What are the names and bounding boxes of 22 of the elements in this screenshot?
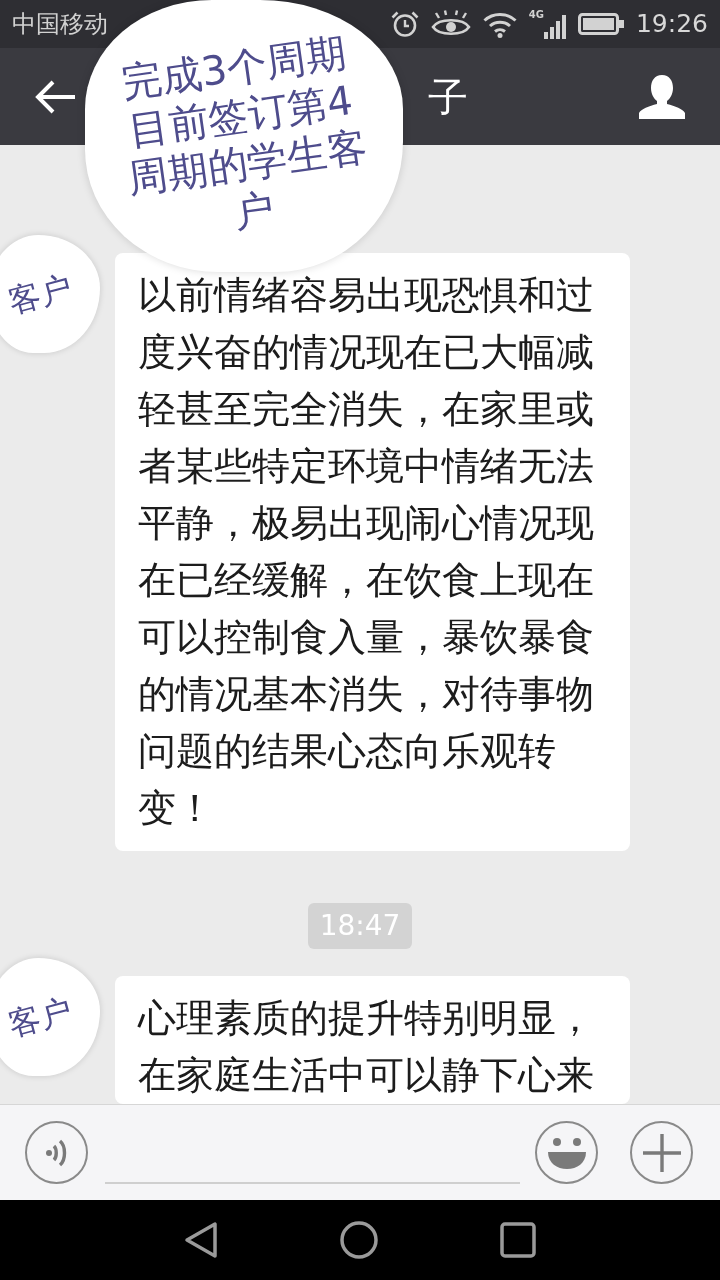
smiley-icon (546, 1136, 587, 1169)
wifi-icon (482, 10, 517, 38)
status-time: 19:26 (635, 9, 708, 39)
network-type: 4G (528, 9, 544, 21)
sound-wave-icon (45, 1138, 68, 1167)
signal-icon (543, 15, 566, 39)
alarm-clock-icon (390, 10, 419, 38)
person-icon[interactable] (639, 74, 685, 119)
back-arrow-icon[interactable] (35, 79, 77, 114)
callout-text: 完成3个周期目前签订第4周期的学生客户 (118, 28, 371, 238)
tag-text: 客户 (3, 989, 77, 1045)
eye-icon (430, 10, 471, 38)
tag-text: 客户 (3, 266, 77, 322)
chat-title: 子 (428, 72, 468, 121)
square-icon[interactable] (500, 1222, 536, 1258)
message-text: 以前情绪容易出现恐惧和过度兴奋的情况现在已大幅减轻甚至完全消失，在家里或者某些特定环境中情绪无法平静，极易出现闹心情况现在已经缓解，在饮食上现在可以控制食入量，暴饮暴食的情况基本消失，对待事物问题的结果心态向乐观转变！ (138, 272, 595, 832)
home-icon[interactable] (340, 1221, 378, 1259)
battery-icon (577, 13, 624, 35)
message-text: 心理素质的提升特别明显，在家庭生活中可以静下心来 (138, 995, 595, 1099)
back-icon[interactable] (184, 1221, 218, 1259)
carrier-name: 中国移动 (12, 9, 108, 39)
plus-icon (642, 1133, 681, 1172)
